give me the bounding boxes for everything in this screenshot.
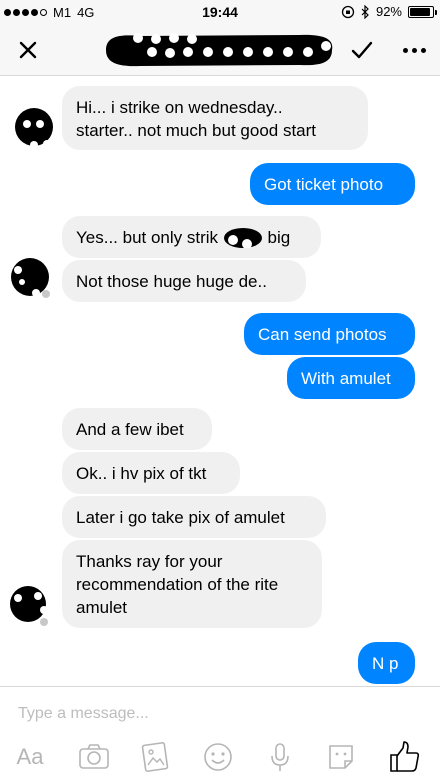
gallery-icon[interactable]	[137, 739, 173, 775]
incoming-message[interactable]: And a few ibet	[62, 408, 212, 450]
orientation-lock-icon	[341, 5, 355, 18]
incoming-message[interactable]: Hi... i strike on wednesday.. starter.. …	[62, 86, 368, 150]
incoming-message[interactable]: Not those huge huge de..	[62, 260, 306, 302]
message-text: And a few ibet	[76, 420, 184, 439]
message-text: N p	[372, 654, 399, 673]
message-text: Yes... but only strik	[76, 228, 219, 247]
outgoing-message[interactable]: N p	[358, 642, 415, 684]
message-line: starter.. not much but good start	[76, 121, 317, 140]
incoming-message[interactable]: Yes... but only strik big	[62, 216, 321, 258]
bluetooth-icon	[361, 4, 369, 19]
message-line: amulet	[76, 598, 128, 617]
battery-icon	[408, 5, 437, 18]
message-text: Got ticket photo	[264, 175, 384, 194]
incoming-message[interactable]: Later i go take pix of amulet	[62, 496, 326, 538]
message-text: Not those huge huge de..	[76, 272, 267, 291]
camera-icon[interactable]	[76, 739, 112, 775]
message-line: Thanks ray for your	[76, 552, 223, 571]
outgoing-message[interactable]: With amulet	[287, 357, 415, 399]
redacted-contact-name	[106, 33, 333, 67]
status-right: 92%	[341, 4, 437, 19]
contact-avatar[interactable]	[8, 584, 50, 626]
incoming-message[interactable]: Ok.. i hv pix of tkt	[62, 452, 240, 494]
contact-avatar[interactable]	[10, 256, 52, 298]
message-line: Hi... i strike on wednesday..	[76, 98, 283, 117]
message-text: Later i go take pix of amulet	[76, 508, 285, 527]
close-icon[interactable]	[14, 36, 42, 64]
contact-avatar[interactable]	[12, 106, 54, 148]
emoji-icon[interactable]	[200, 739, 236, 775]
conversation-header	[0, 24, 440, 76]
text-format-button[interactable]: Aa	[12, 739, 48, 775]
message-text: Ok.. i hv pix of tkt	[76, 464, 207, 483]
microphone-icon[interactable]	[262, 739, 298, 775]
message-composer: Type a message... Aa	[0, 686, 440, 782]
like-icon[interactable]	[386, 739, 422, 775]
incoming-message[interactable]: Thanks ray for your recommendation of th…	[62, 540, 322, 628]
checkmark-icon[interactable]	[348, 36, 376, 64]
outgoing-message[interactable]: Got ticket photo	[250, 163, 415, 205]
sticker-icon[interactable]	[323, 739, 359, 775]
message-line: recommendation of the rite	[76, 575, 279, 594]
message-text: big	[267, 228, 291, 247]
outgoing-message[interactable]: Can send photos	[244, 313, 415, 355]
status-bar: M1 4G 19:44 92%	[0, 0, 440, 24]
redaction-blob	[223, 228, 262, 249]
composer-toolbar: Aa	[0, 739, 440, 779]
message-text: Can send photos	[258, 325, 387, 344]
message-input[interactable]: Type a message...	[18, 705, 149, 723]
more-options-icon[interactable]	[398, 36, 430, 64]
battery-percentage: 92%	[375, 4, 402, 19]
message-text: With amulet	[301, 369, 391, 388]
